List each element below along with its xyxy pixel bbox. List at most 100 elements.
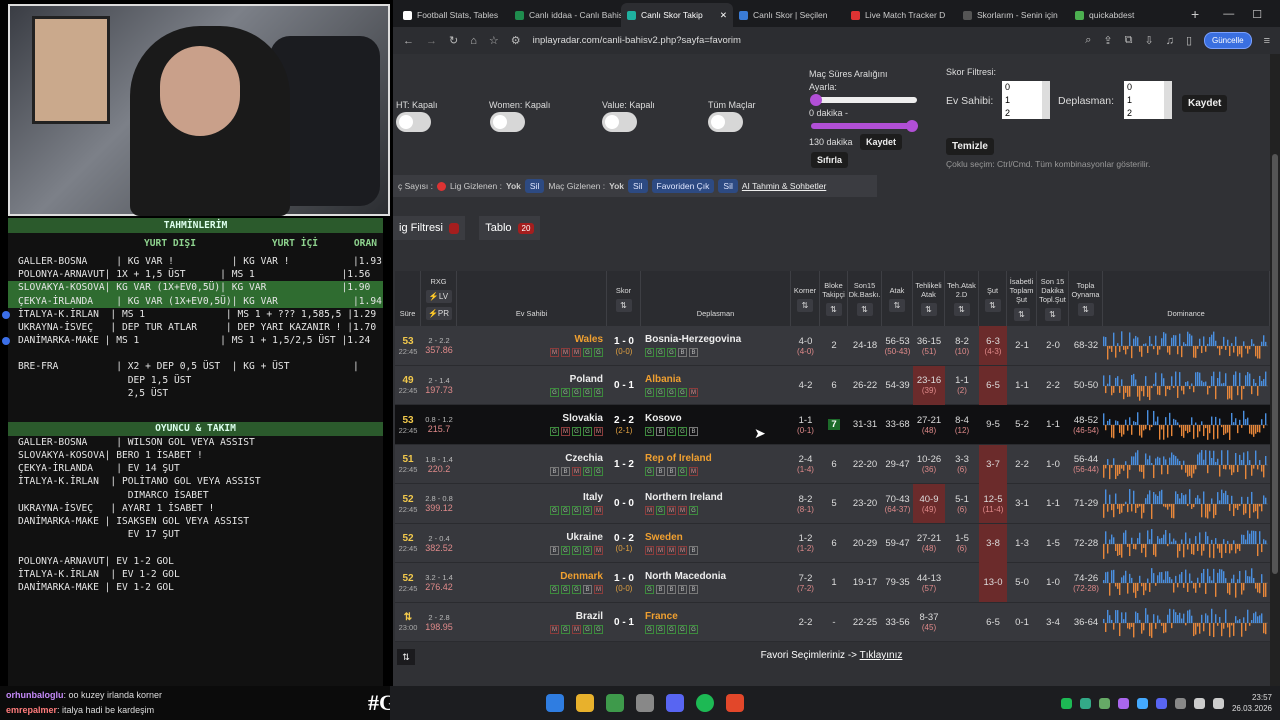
footer-link[interactable]: Tıklayınız	[860, 650, 903, 661]
min-slider-knob[interactable]	[810, 94, 822, 106]
range-reset-button[interactable]: Sıfırla	[811, 152, 849, 168]
home-team-cell[interactable]: Ukraine B G G G M	[457, 524, 607, 563]
table-row[interactable]: 51 22:45 1.8 - 1.4 220.2 Czechia B B M G G 1 - 2 Re…	[395, 444, 1270, 484]
table-row[interactable]: ⇅ 23:00 2 - 2.8 198.95 Brazil M G M G G 0 - 1 Franc…	[395, 602, 1270, 642]
tray-nvidia-icon[interactable]	[1098, 697, 1110, 709]
column-header-topla[interactable]: Topla Oynama ⇅	[1069, 271, 1103, 326]
volume-icon[interactable]	[1212, 697, 1224, 709]
list-scrollbar[interactable]	[1042, 81, 1050, 119]
table-row[interactable]: 52 22:45 3.2 - 1.4 276.42 Denmark G G G B M 1 - 0(…	[395, 563, 1270, 603]
column-header-isabetli[interactable]: İsabetli Toplam Şut ⇅	[1007, 271, 1037, 326]
home-score-list[interactable]: 0 1 2	[1002, 81, 1050, 119]
away-team-name[interactable]: Northern Ireland	[645, 492, 723, 503]
ht-toggle[interactable]	[396, 112, 431, 132]
share-icon[interactable]: ⇪	[1103, 34, 1112, 47]
column-header-atak[interactable]: Atak ⇅	[882, 271, 913, 326]
column-header-korner[interactable]: Korner ⇅	[791, 271, 820, 326]
all-matches-toggle[interactable]	[708, 112, 743, 132]
table-row[interactable]: 52 22:45 2 - 0.4 382.52 Ukraine B G G G M 0 - 2 (0-…	[395, 523, 1270, 563]
remove-favorite-button[interactable]: Favoriden Çık	[651, 179, 715, 193]
sort-icon[interactable]: ⇅	[797, 298, 813, 312]
minimize-icon[interactable]: —	[1223, 8, 1234, 21]
away-team-cell[interactable]: Sweden M M M M B	[641, 524, 791, 563]
home-team-name[interactable]: Denmark	[560, 571, 603, 582]
list-scrollbar[interactable]	[1164, 81, 1172, 119]
home-team-name[interactable]: Czechia	[565, 453, 603, 464]
table-row[interactable]: 53 22:45 2 - 2.2 357.86 Wales M M M G G 1 - 0 (0-0)…	[395, 326, 1270, 366]
start-icon[interactable]	[546, 694, 564, 712]
min-range-slider[interactable]	[811, 97, 917, 103]
menu-icon[interactable]: ≡	[1264, 35, 1270, 47]
tray-app-icon[interactable]	[1079, 697, 1091, 709]
maximize-icon[interactable]: ☐	[1252, 8, 1262, 21]
home-team-name[interactable]: Wales	[574, 334, 603, 345]
column-header-away[interactable]: Deplasman	[641, 271, 791, 326]
away-team-name[interactable]: Albania	[645, 374, 681, 385]
away-team-name[interactable]: Rep of Ireland	[645, 453, 712, 464]
sort-icon[interactable]: ⇅	[1044, 307, 1061, 321]
home-team-cell[interactable]: Denmark G G G B M	[457, 563, 607, 602]
column-header-son15[interactable]: Son15 Dk.Baskı. ⇅	[848, 271, 882, 326]
home-team-name[interactable]: Brazil	[576, 611, 603, 622]
home-team-cell[interactable]: Poland G G G G G	[457, 366, 607, 405]
sort-icon[interactable]: ⇅	[984, 298, 1001, 312]
clock[interactable]: 23:57 26.03.2026	[1232, 692, 1272, 714]
column-header-sut[interactable]: Şut ⇅	[979, 271, 1007, 326]
forward-icon[interactable]: →	[426, 35, 437, 47]
url-field[interactable]: inplayradar.com/canli-bahisv2.php?sayfa=…	[533, 35, 1074, 46]
max-range-slider[interactable]	[811, 123, 917, 129]
discord-icon[interactable]	[666, 694, 684, 712]
home-team-cell[interactable]: Slovakia G M G G M	[457, 405, 607, 444]
browser-tab[interactable]: quickabdest	[1069, 3, 1181, 27]
page-scrollbar[interactable]	[1270, 54, 1280, 686]
files-icon[interactable]	[576, 694, 594, 712]
zoom-icon[interactable]: ⌕	[1085, 34, 1091, 47]
max-slider-knob[interactable]	[906, 120, 918, 132]
table-row[interactable]: 53 22:45 0.8 - 1.2 215.7 Slovakia G M G G M 2 - 2(…	[395, 405, 1270, 445]
browser-tab[interactable]: Live Match Tracker D	[845, 3, 957, 27]
column-header-home[interactable]: Ev Sahibi	[457, 271, 607, 326]
column-header-score[interactable]: Skor ⇅	[607, 271, 641, 326]
reload-icon[interactable]: ↻	[449, 34, 458, 47]
browser-tab[interactable]: Skorlarım - Senin için	[957, 3, 1069, 27]
tray-discord-icon[interactable]	[1155, 697, 1167, 709]
range-save-button[interactable]: Kaydet	[860, 134, 903, 150]
tab-league-filter[interactable]: ig Filtresi	[393, 216, 466, 240]
column-header-bloke[interactable]: Bloke Takipçi ⇅	[820, 271, 848, 326]
away-team-cell[interactable]: France G G G G G	[641, 603, 791, 642]
ai-prediction-menu[interactable]: AI Tahmin & Sohbetler	[742, 181, 826, 191]
away-team-name[interactable]: Sweden	[645, 532, 683, 543]
sort-icon[interactable]: ⇅	[1077, 303, 1094, 316]
match-clear-button[interactable]: Sil	[628, 179, 648, 193]
tray-bluetooth-icon[interactable]	[1136, 697, 1148, 709]
close-tab-icon[interactable]: ✕	[720, 10, 727, 21]
bookmark-icon[interactable]: ☆	[489, 34, 499, 47]
sort-icon[interactable]: ⇅	[889, 298, 905, 312]
download-icon[interactable]: ⇩	[1144, 34, 1153, 47]
wifi-icon[interactable]	[1193, 697, 1205, 709]
home-team-cell[interactable]: Wales M M M G G	[457, 326, 607, 365]
update-button[interactable]: Güncelle	[1204, 32, 1252, 49]
browser-tab[interactable]: Football Stats, Tables	[397, 3, 509, 27]
browser-tab[interactable]: Canlı iddaa - Canlı Bahis	[509, 3, 621, 27]
new-tab-button[interactable]: +	[1181, 6, 1209, 27]
column-header-rxg[interactable]: RXG ⚡LV ⚡PR	[421, 271, 457, 326]
table-row[interactable]: 52 22:45 2.8 - 0.8 399.12 Italy G G G G M 0 - 0 Nor…	[395, 484, 1270, 524]
column-header-tehlikeli[interactable]: Tehlikeli Atak ⇅	[913, 271, 945, 326]
lv-sort-button[interactable]: ⚡LV	[425, 290, 452, 303]
browser-tab[interactable]: Canlı Skor | Seçilen	[733, 3, 845, 27]
back-icon[interactable]: ←	[403, 35, 414, 47]
score-save-button[interactable]: Kaydet	[1182, 95, 1228, 112]
spotify-icon[interactable]	[696, 694, 714, 712]
away-team-name[interactable]: Kosovo	[645, 413, 682, 424]
sort-icon[interactable]: ⇅	[1013, 307, 1030, 321]
scrollbar-thumb[interactable]	[1272, 154, 1278, 574]
away-team-cell[interactable]: North Macedonia G B B B B	[641, 563, 791, 602]
sidebar-icon[interactable]: ▯	[1186, 34, 1192, 47]
browser-tab[interactable]: Canlı Skor Takip ✕	[621, 3, 733, 27]
away-team-cell[interactable]: Bosnia-Herzegovina G G G B B	[641, 326, 791, 365]
tab-table[interactable]: Tablo 20	[479, 216, 541, 240]
away-team-name[interactable]: Bosnia-Herzegovina	[645, 334, 741, 345]
sort-icon[interactable]: ⇅	[856, 303, 873, 316]
tray-pen-icon[interactable]	[1117, 697, 1129, 709]
